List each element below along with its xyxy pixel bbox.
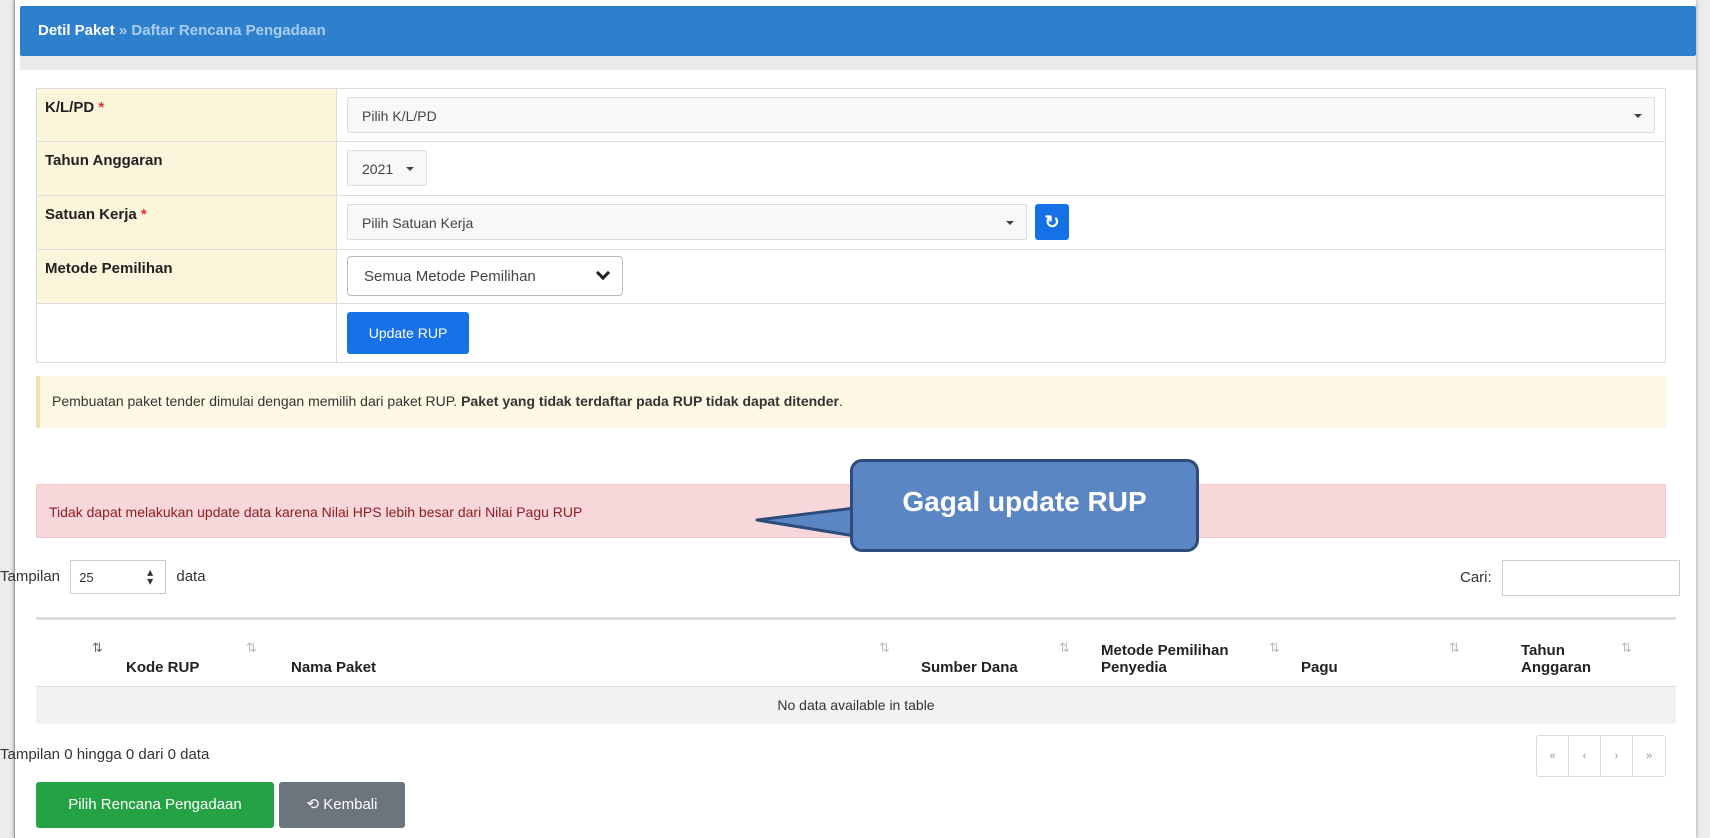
pilih-rencana-button[interactable]: Pilih Rencana Pengadaan <box>36 782 274 828</box>
col-metode-label-2: Penyedia <box>1101 659 1167 676</box>
col-pagu[interactable]: ⇅ Pagu <box>1269 618 1471 687</box>
kembali-label: Kembali <box>323 796 378 813</box>
filter-form: K/L/PD * Pilih K/L/PD Tahun Anggaran 202… <box>36 88 1666 363</box>
empty-table-message: No data available in table <box>36 686 1676 724</box>
refresh-icon: ↻ <box>1044 212 1060 232</box>
tahun-select-value: 2021 <box>362 161 394 177</box>
chevron-down-icon <box>595 265 611 281</box>
datatable-info: Tampilan 0 hingga 0 dari 0 data <box>0 746 210 763</box>
up-down-icon: ▴ ▾ <box>147 565 154 588</box>
breadcrumb-current[interactable]: Detil Paket <box>38 22 115 39</box>
required-mark: * <box>98 99 105 116</box>
satker-label: Satuan Kerja * <box>36 195 337 250</box>
klpd-select-value: Pilih K/L/PD <box>362 108 437 124</box>
sort-icon: ⇅ <box>1449 640 1460 655</box>
klpd-label: K/L/PD * <box>36 88 337 142</box>
breadcrumb-separator: » <box>118 22 128 39</box>
error-callout: Gagal update RUP <box>850 459 1199 552</box>
tahun-cell: 2021 <box>336 141 1666 196</box>
satker-cell: Pilih Satuan Kerja ↻ <box>336 195 1666 250</box>
info-alert: Pembuatan paket tender dimulai dengan me… <box>36 376 1666 428</box>
col-tahun-label-2: Anggaran <box>1521 659 1592 676</box>
sort-icon: ⇅ <box>1621 640 1632 655</box>
col-metode-label-1: Metode Pemilihan <box>1101 642 1229 659</box>
satker-select[interactable]: Pilih Satuan Kerja <box>347 204 1027 240</box>
caret-down-icon <box>406 167 414 171</box>
empty-label <box>36 303 337 363</box>
kembali-button[interactable]: ⟲ Kembali <box>279 782 405 828</box>
klpd-select[interactable]: Pilih K/L/PD <box>347 97 1655 133</box>
sort-icon: ⇅ <box>246 640 257 655</box>
col-nama-label: Nama Paket <box>291 659 377 676</box>
col-kode-rup[interactable]: ⇅ Kode RUP <box>36 618 281 687</box>
refresh-button[interactable]: ↻ <box>1035 204 1069 240</box>
length-prefix: Tampilan <box>0 567 61 585</box>
info-alert-text: Pembuatan paket tender dimulai dengan me… <box>52 393 458 409</box>
datatable-search: Cari: <box>1460 560 1680 596</box>
search-input[interactable] <box>1501 560 1680 596</box>
table-row: No data available in table <box>36 686 1676 724</box>
first-page-button[interactable]: « <box>1537 736 1569 776</box>
rup-table: ⇅ Kode RUP ⇅ Nama Paket ⇅ Sumber Dana ⇅ … <box>36 617 1676 724</box>
panel-top-strip <box>20 56 1696 70</box>
caret-down-icon <box>1634 114 1642 118</box>
col-tahun[interactable]: ⇅ ⇅ Tahun Anggaran <box>1449 618 1676 687</box>
last-page-button[interactable]: » <box>1633 736 1665 776</box>
sort-icon: ⇅ <box>1059 640 1070 655</box>
sort-icon: ⇅ <box>1269 640 1280 655</box>
col-sumber-label: Sumber Dana <box>921 659 1018 676</box>
next-page-button[interactable]: › <box>1601 736 1633 776</box>
info-alert-bold: Paket yang tidak terdaftar pada RUP tida… <box>461 393 839 409</box>
length-suffix: data <box>176 567 206 585</box>
prev-page-button[interactable]: ‹ <box>1569 736 1601 776</box>
datatable-length: Tampilan 25 ▴ ▾ data <box>0 560 206 594</box>
pagination: « ‹ › » <box>1536 735 1666 777</box>
klpd-cell: Pilih K/L/PD <box>336 88 1666 142</box>
callout-pointer <box>755 506 857 538</box>
col-nama-paket[interactable]: ⇅ Nama Paket <box>246 618 911 687</box>
col-tahun-label-1: Tahun <box>1521 642 1565 659</box>
sort-icon: ⇅ <box>92 640 103 655</box>
breadcrumb: Detil Paket » Daftar Rencana Pengadaan <box>38 22 326 39</box>
length-value: 25 <box>79 570 94 585</box>
length-select[interactable]: 25 ▴ ▾ <box>70 560 167 594</box>
col-kode-label: Kode RUP <box>126 659 200 676</box>
col-pagu-label: Pagu <box>1301 659 1338 676</box>
breadcrumb-sub: Daftar Rencana Pengadaan <box>131 22 326 39</box>
info-alert-end: . <box>838 393 843 409</box>
required-mark: * <box>140 206 147 223</box>
update-cell: Update RUP <box>336 303 1666 363</box>
metode-select[interactable]: Semua Metode Pemilihan <box>347 256 623 296</box>
error-alert-text: Tidak dapat melakukan update data karena… <box>49 504 583 520</box>
caret-down-icon <box>1006 221 1014 225</box>
metode-label: Metode Pemilihan <box>36 249 337 304</box>
callout-text: Gagal update RUP <box>902 486 1147 517</box>
tahun-select[interactable]: 2021 <box>347 150 427 186</box>
tahun-label: Tahun Anggaran <box>36 141 337 196</box>
search-label: Cari: <box>1460 568 1492 586</box>
satker-select-value: Pilih Satuan Kerja <box>362 215 474 231</box>
metode-cell: Semua Metode Pemilihan <box>336 249 1666 304</box>
metode-select-value: Semua Metode Pemilihan <box>364 268 536 285</box>
back-icon: ⟲ <box>306 796 320 813</box>
update-rup-button[interactable]: Update RUP <box>347 312 469 354</box>
col-metode[interactable]: ⇅ Metode Pemilihan Penyedia <box>1059 618 1291 687</box>
sort-icon: ⇅ <box>879 640 890 655</box>
page-header: Detil Paket » Daftar Rencana Pengadaan <box>20 6 1696 56</box>
